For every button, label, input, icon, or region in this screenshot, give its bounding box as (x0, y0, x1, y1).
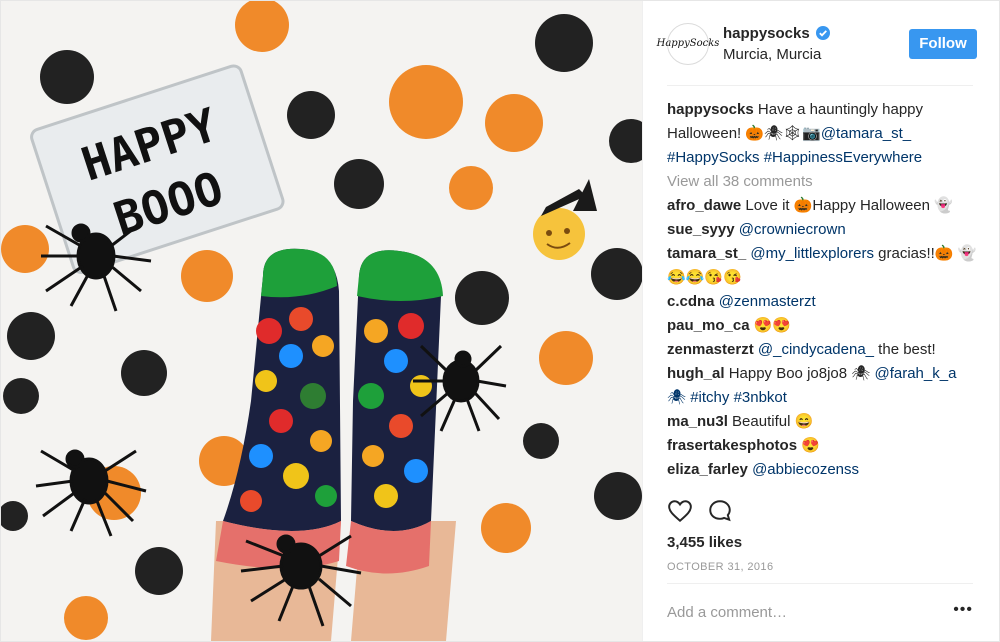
comment-mention[interactable]: @crowniecrown (739, 221, 846, 238)
comment-user[interactable]: ma_nu3l (667, 413, 728, 430)
comment-user[interactable]: pau_mo_ca (667, 317, 750, 334)
action-bar (667, 498, 733, 529)
sock-left (216, 248, 341, 569)
caption-hashtags[interactable]: #HappySocks #HappinessEverywhere (667, 149, 922, 166)
comments-list: happysocks Have a hauntingly happy Hallo… (667, 98, 979, 482)
comment-row: c.cdna @zenmasterzt (667, 290, 979, 314)
post-image: HAPPY BOOO (1, 1, 642, 641)
comment-row: frasertakesphotos 😍 (667, 434, 979, 458)
comment-mention[interactable]: @zenmasterzt (719, 293, 816, 310)
post-photo[interactable]: HAPPY BOOO (1, 1, 642, 641)
more-options-icon[interactable]: ••• (953, 601, 973, 619)
post-header: HappySocks happysocks Murcia, Murcia Fol… (643, 1, 999, 86)
username-row: happysocks (723, 25, 909, 42)
comment-user[interactable]: tamara_st_ (667, 245, 746, 262)
instagram-post: HAPPY BOOO HappySocks happysocks Murcia,… (0, 0, 1000, 642)
comment-text: 😍 (801, 437, 820, 454)
comment-user[interactable]: eliza_farley (667, 461, 748, 478)
comment-text: Love it 🎃Happy Halloween 👻 (745, 197, 953, 214)
heart-icon[interactable] (667, 498, 693, 529)
account-info: happysocks Murcia, Murcia (723, 25, 909, 63)
comment-text: Beautiful 😄 (732, 413, 814, 430)
caption: happysocks Have a hauntingly happy Hallo… (667, 98, 979, 170)
comment-mention[interactable]: @abbiecozenss (752, 461, 859, 478)
header-divider (667, 85, 973, 86)
comment-user[interactable]: sue_syyy (667, 221, 735, 238)
comment-user[interactable]: afro_dawe (667, 197, 741, 214)
comment-user[interactable]: zenmasterzt (667, 341, 754, 358)
caption-mention[interactable]: @tamara_st_ (821, 125, 911, 142)
comment-text: 😍😍 (753, 317, 792, 334)
comment-mention[interactable]: @farah_k_a (874, 365, 956, 382)
verified-badge-icon (815, 26, 830, 40)
follow-button[interactable]: Follow (909, 28, 977, 59)
view-all-comments[interactable]: View all 38 comments (667, 170, 979, 194)
comment-text: the best! (874, 341, 936, 358)
post-date[interactable]: OCTOBER 31, 2016 (667, 561, 773, 573)
post-sidebar: HappySocks happysocks Murcia, Murcia Fol… (642, 1, 999, 641)
comment-user[interactable]: frasertakesphotos (667, 437, 797, 454)
comment-icon[interactable] (707, 498, 733, 529)
comment-row: pau_mo_ca 😍😍 (667, 314, 979, 338)
like-count[interactable]: 3,455 likes (667, 534, 742, 551)
avatar-text: HappySocks (656, 38, 720, 49)
location[interactable]: Murcia, Murcia (723, 46, 909, 63)
avatar[interactable]: HappySocks (657, 22, 719, 65)
sock-right (346, 250, 443, 574)
caption-username[interactable]: happysocks (667, 101, 754, 118)
comment-mention[interactable]: @my_littlexplorers (750, 245, 874, 262)
comment-row: sue_syyy @crowniecrown (667, 218, 979, 242)
comment-user[interactable]: hugh_al (667, 365, 725, 382)
comment-user[interactable]: c.cdna (667, 293, 715, 310)
comment-row: tamara_st_ @my_littlexplorers gracias!!🎃… (667, 242, 979, 290)
comment-mention[interactable]: @_cindycadena_ (758, 341, 874, 358)
add-comment-input[interactable]: Add a comment… (667, 604, 787, 621)
pumpkin-toy (533, 179, 597, 260)
comment-hashtags[interactable]: 🕷 #itchy #3nbkot (667, 389, 787, 406)
comment-text: Happy Boo jo8jo8 🕷 (728, 365, 875, 382)
comment-row: eliza_farley @abbiecozenss (667, 458, 979, 482)
username[interactable]: happysocks (723, 25, 810, 42)
comment-row: zenmasterzt @_cindycadena_ the best! (667, 338, 979, 362)
footer-divider (667, 583, 973, 584)
comment-row: ma_nu3l Beautiful 😄 (667, 410, 979, 434)
comment-row: hugh_al Happy Boo jo8jo8 🕷 @farah_k_a 🕷 … (667, 362, 979, 410)
comment-row: afro_dawe Love it 🎃Happy Halloween 👻 (667, 194, 979, 218)
